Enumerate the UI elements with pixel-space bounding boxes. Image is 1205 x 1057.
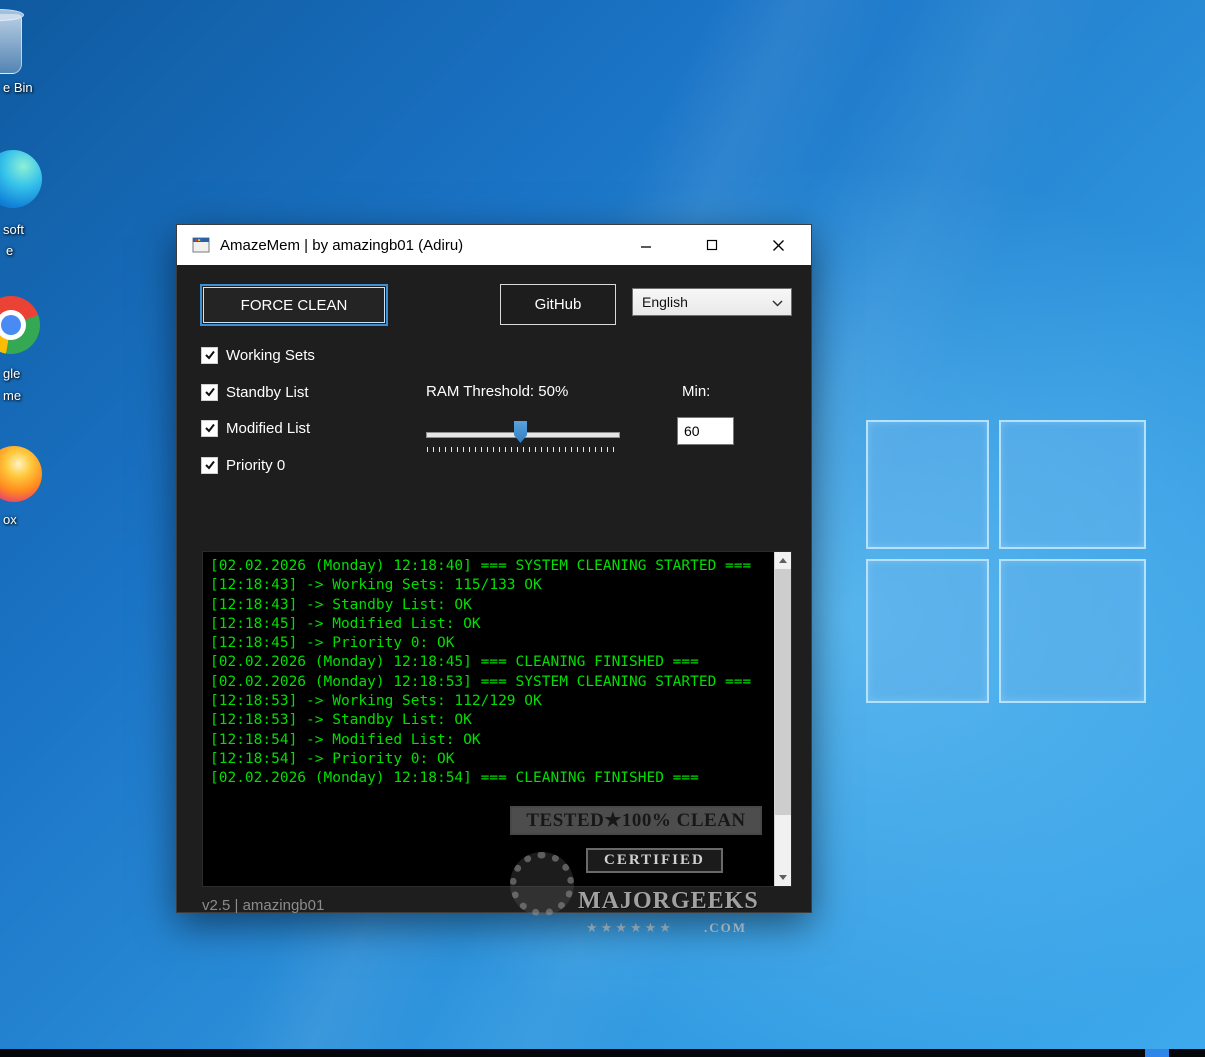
windows-logo-pane bbox=[999, 559, 1146, 703]
log-line: [12:18:43] -> Working Sets: 115/133 OK bbox=[210, 576, 774, 595]
windows-logo-pane bbox=[866, 559, 989, 703]
language-select[interactable]: English bbox=[632, 288, 792, 316]
option-row-priority-0: Priority 0 bbox=[201, 456, 285, 474]
option-row-standby-list: Standby List bbox=[201, 383, 309, 401]
checkbox-modified-list[interactable] bbox=[201, 420, 218, 437]
chrome-label-line1[interactable]: gle bbox=[3, 366, 20, 381]
log-line: [12:18:45] -> Priority 0: OK bbox=[210, 634, 774, 653]
force-clean-button[interactable]: FORCE CLEAN bbox=[203, 287, 385, 323]
edge-label-line2[interactable]: e bbox=[6, 243, 13, 258]
checkbox-label-modified-list: Modified List bbox=[226, 420, 310, 437]
checkbox-working-sets[interactable] bbox=[201, 347, 218, 364]
amazemem-window: AmazeMem | by amazingb01 (Adiru) FORCE C… bbox=[176, 224, 812, 913]
console-scrollbar[interactable] bbox=[774, 552, 791, 886]
edge-label-line1[interactable]: soft bbox=[3, 222, 24, 237]
option-row-modified-list: Modified List bbox=[201, 419, 310, 437]
log-line: [02.02.2026 (Monday) 12:18:45] === CLEAN… bbox=[210, 653, 774, 672]
log-line: [02.02.2026 (Monday) 12:18:53] === SYSTE… bbox=[210, 673, 774, 692]
ram-threshold-label: RAM Threshold: 50% bbox=[426, 383, 568, 400]
log-line: [02.02.2026 (Monday) 12:18:40] === SYSTE… bbox=[210, 557, 774, 576]
window-controls bbox=[613, 225, 811, 265]
window-title: AmazeMem | by amazingb01 (Adiru) bbox=[220, 237, 463, 254]
language-selected-value: English bbox=[642, 294, 688, 310]
scroll-up-button[interactable] bbox=[775, 552, 791, 569]
min-input[interactable] bbox=[677, 417, 734, 445]
checkbox-label-priority-0: Priority 0 bbox=[226, 457, 285, 474]
close-icon bbox=[772, 239, 785, 252]
scroll-down-button[interactable] bbox=[775, 869, 791, 886]
log-line: [12:18:43] -> Standby List: OK bbox=[210, 596, 774, 615]
checkbox-standby-list[interactable] bbox=[201, 384, 218, 401]
minimize-button[interactable] bbox=[613, 225, 679, 265]
chrome-browser-icon[interactable] bbox=[0, 296, 40, 354]
close-button[interactable] bbox=[745, 225, 811, 265]
minimize-icon bbox=[640, 239, 652, 251]
github-button[interactable]: GitHub bbox=[500, 284, 616, 325]
recycle-bin-icon[interactable] bbox=[0, 14, 22, 74]
log-line: [12:18:45] -> Modified List: OK bbox=[210, 615, 774, 634]
log-line: [12:18:54] -> Modified List: OK bbox=[210, 731, 774, 750]
log-line: [02.02.2026 (Monday) 12:18:54] === CLEAN… bbox=[210, 769, 774, 788]
min-label: Min: bbox=[682, 383, 710, 400]
arrow-up-icon bbox=[779, 558, 787, 563]
maximize-button[interactable] bbox=[679, 225, 745, 265]
check-icon bbox=[204, 386, 216, 398]
log-line: [12:18:53] -> Working Sets: 112/129 OK bbox=[210, 692, 774, 711]
log-line: [12:18:54] -> Priority 0: OK bbox=[210, 750, 774, 769]
windows-logo-pane bbox=[999, 420, 1146, 549]
version-text: v2.5 | amazingb01 bbox=[202, 897, 324, 914]
checkbox-label-standby-list: Standby List bbox=[226, 384, 309, 401]
windows-logo bbox=[866, 420, 1158, 710]
watermark-brand-text: MAJORGEEKS bbox=[578, 888, 759, 915]
recycle-bin-label[interactable]: e Bin bbox=[3, 80, 33, 95]
check-icon bbox=[204, 422, 216, 434]
windows-logo-pane bbox=[866, 420, 989, 549]
log-console: [02.02.2026 (Monday) 12:18:40] === SYSTE… bbox=[202, 551, 792, 887]
option-row-working-sets: Working Sets bbox=[201, 346, 315, 364]
edge-browser-icon[interactable] bbox=[0, 150, 42, 208]
window-content: FORCE CLEAN GitHub English Working Sets … bbox=[177, 265, 811, 912]
firefox-label[interactable]: ox bbox=[3, 512, 17, 527]
log-line: [12:18:53] -> Standby List: OK bbox=[210, 711, 774, 730]
check-icon bbox=[204, 459, 216, 471]
log-text: [02.02.2026 (Monday) 12:18:40] === SYSTE… bbox=[203, 552, 774, 886]
checkbox-label-working-sets: Working Sets bbox=[226, 347, 315, 364]
taskbar-edge-accent bbox=[1145, 1049, 1169, 1057]
maximize-icon bbox=[706, 239, 718, 251]
slider-thumb[interactable] bbox=[514, 421, 527, 443]
check-icon bbox=[204, 349, 216, 361]
titlebar[interactable]: AmazeMem | by amazingb01 (Adiru) bbox=[177, 225, 811, 265]
app-icon bbox=[192, 236, 210, 254]
taskbar-edge bbox=[0, 1049, 1205, 1057]
arrow-down-icon bbox=[779, 875, 787, 880]
ram-threshold-slider[interactable] bbox=[426, 415, 620, 455]
chevron-down-icon bbox=[772, 300, 783, 307]
checkbox-priority-0[interactable] bbox=[201, 457, 218, 474]
scrollbar-thumb[interactable] bbox=[775, 569, 791, 815]
firefox-browser-icon[interactable] bbox=[0, 446, 42, 502]
slider-ticks bbox=[427, 447, 619, 452]
chrome-label-line2[interactable]: me bbox=[3, 388, 21, 403]
